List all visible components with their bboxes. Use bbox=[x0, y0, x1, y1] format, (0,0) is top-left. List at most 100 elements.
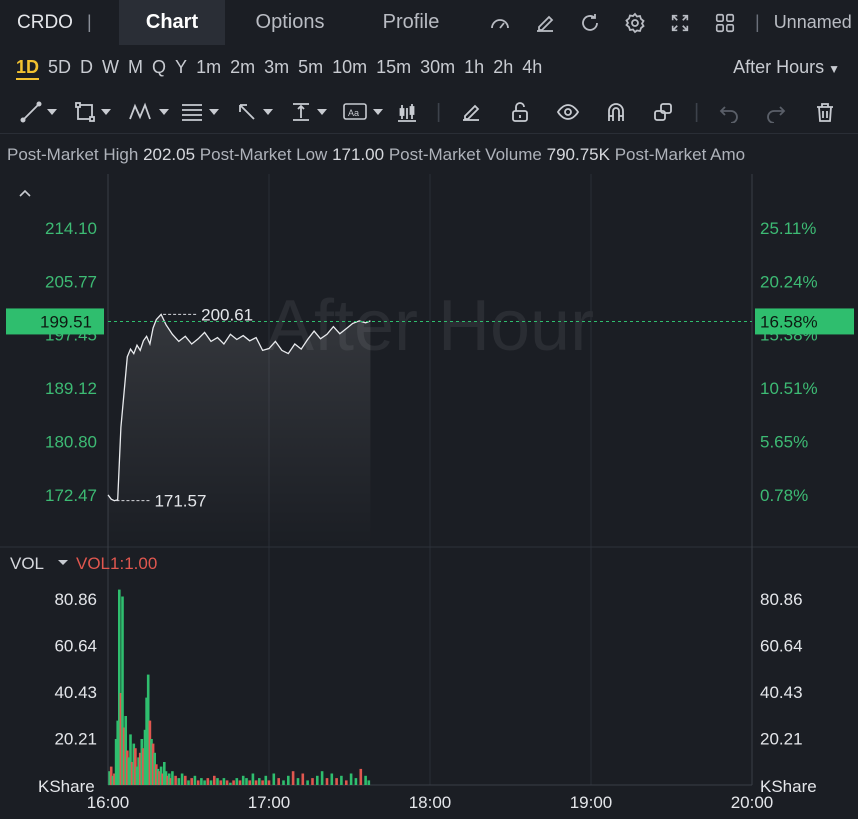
lock-tool[interactable] bbox=[509, 100, 531, 124]
period-5m[interactable]: 5m bbox=[298, 56, 323, 80]
volume-bar bbox=[349, 773, 353, 785]
volume-indicator-name: VOL bbox=[10, 554, 44, 573]
pattern-tool[interactable] bbox=[128, 100, 169, 124]
volume-indicator-params: VOL1:1.00 bbox=[76, 554, 157, 573]
tab-chart[interactable]: Chart bbox=[119, 0, 225, 45]
period-4h[interactable]: 4h bbox=[522, 56, 542, 80]
layout-name[interactable]: Unnamed bbox=[760, 12, 852, 33]
percent-tick-label: 25.11% bbox=[760, 219, 816, 238]
chevron-down-icon[interactable] bbox=[317, 109, 327, 115]
undo-button[interactable] bbox=[718, 100, 740, 124]
redo-button[interactable] bbox=[765, 100, 787, 124]
period-1d[interactable]: 1D bbox=[16, 56, 40, 80]
time-tick-label: 19:00 bbox=[570, 793, 613, 812]
volume-bar bbox=[177, 778, 181, 785]
period-1h[interactable]: 1h bbox=[464, 56, 484, 80]
period-3m[interactable]: 3m bbox=[264, 56, 289, 80]
trend-line-tool[interactable] bbox=[20, 100, 57, 124]
arrow-tool[interactable] bbox=[236, 100, 273, 124]
chevron-down-icon[interactable] bbox=[373, 109, 383, 115]
volume-tick-right: 60.64 bbox=[760, 637, 803, 656]
price-tick-label: 205.77 bbox=[45, 272, 97, 291]
tab-options[interactable]: Options bbox=[225, 0, 355, 45]
period-y[interactable]: Y bbox=[175, 56, 187, 80]
unlock-icon bbox=[512, 102, 528, 122]
chart-tools bbox=[477, 0, 747, 45]
chevron-down-icon[interactable] bbox=[101, 109, 111, 115]
fullscreen-icon[interactable] bbox=[657, 0, 702, 45]
volume-bar bbox=[330, 773, 334, 785]
gear-icon[interactable] bbox=[612, 0, 657, 45]
ticker-selector[interactable]: CRDO | bbox=[0, 0, 119, 45]
tab-profile[interactable]: Profile bbox=[355, 0, 467, 45]
percent-tick-label: 5.65% bbox=[760, 432, 808, 451]
undo-icon bbox=[719, 106, 738, 123]
time-tick-label: 17:00 bbox=[248, 793, 291, 812]
grid-layout-icon[interactable] bbox=[702, 0, 747, 45]
volume-bar bbox=[254, 780, 258, 785]
period-q[interactable]: Q bbox=[152, 56, 166, 80]
volume-bar bbox=[287, 775, 290, 785]
pattern-icon bbox=[129, 102, 151, 120]
percent-axis-right: 25.11%20.24%15.38%10.51%5.65%0.78% bbox=[760, 219, 818, 505]
fibonacci-icon bbox=[182, 104, 202, 121]
candle-tool[interactable] bbox=[396, 100, 418, 124]
refresh-icon[interactable] bbox=[567, 0, 612, 45]
percent-tick-label: 10.51% bbox=[760, 379, 818, 398]
fibonacci-tool[interactable] bbox=[180, 100, 219, 124]
volume-bar bbox=[222, 778, 226, 785]
volume-bar bbox=[267, 780, 271, 785]
toolbar-divider: | bbox=[694, 100, 700, 123]
price-tick-label: 214.10 bbox=[45, 219, 97, 238]
volume-bar bbox=[213, 775, 216, 785]
delete-button[interactable] bbox=[814, 100, 836, 124]
period-10m[interactable]: 10m bbox=[332, 56, 367, 80]
collapse-toggle[interactable] bbox=[19, 189, 31, 197]
volume-bar bbox=[219, 780, 222, 785]
max-price-label: 200.61 bbox=[201, 305, 253, 324]
volume-bar bbox=[277, 778, 280, 785]
edit-icon[interactable] bbox=[522, 0, 567, 45]
chevron-down-icon[interactable] bbox=[263, 109, 273, 115]
volume-bar bbox=[325, 778, 329, 785]
min-price-label: 171.57 bbox=[154, 492, 206, 511]
volume-bar bbox=[200, 778, 203, 785]
chevron-down-icon bbox=[58, 560, 68, 565]
period-m[interactable]: M bbox=[128, 56, 143, 80]
magnet-tool[interactable] bbox=[605, 100, 627, 124]
price-area bbox=[108, 314, 371, 546]
rectangle-tool[interactable] bbox=[74, 100, 111, 124]
volume-bar bbox=[320, 771, 324, 785]
volume-bar bbox=[193, 775, 197, 785]
visibility-tool[interactable] bbox=[556, 100, 580, 124]
price-chart[interactable]: After Hour 214.10205.77197.45189.12180.8… bbox=[0, 174, 858, 819]
volume-bar bbox=[367, 780, 371, 785]
period-w[interactable]: W bbox=[102, 56, 119, 80]
volume-bar bbox=[311, 778, 314, 785]
chevron-down-icon[interactable] bbox=[47, 109, 57, 115]
period-d[interactable]: D bbox=[80, 56, 93, 80]
price-axis-left: 214.10205.77197.45189.12180.80172.47 bbox=[45, 219, 97, 505]
time-axis: 16:00 17:00 18:00 19:00 20:00 bbox=[87, 793, 774, 812]
session-selector[interactable]: After Hours ▼ bbox=[733, 57, 840, 78]
period-1m[interactable]: 1m bbox=[196, 56, 221, 80]
speedometer-icon[interactable] bbox=[477, 0, 522, 45]
chevron-down-icon[interactable] bbox=[209, 109, 219, 115]
brush-tool[interactable] bbox=[460, 100, 482, 124]
candlestick-icon bbox=[398, 104, 416, 122]
rectangle-icon bbox=[75, 102, 95, 122]
period-2h[interactable]: 2h bbox=[493, 56, 513, 80]
volume-bar bbox=[209, 780, 213, 785]
period-15m[interactable]: 15m bbox=[376, 56, 411, 80]
volume-bar bbox=[264, 775, 268, 785]
period-30m[interactable]: 30m bbox=[420, 56, 455, 80]
clone-tool[interactable] bbox=[652, 100, 674, 124]
period-2m[interactable]: 2m bbox=[230, 56, 255, 80]
period-5d[interactable]: 5D bbox=[48, 56, 71, 80]
time-tick-label: 16:00 bbox=[87, 793, 130, 812]
volume-bar bbox=[190, 778, 193, 785]
measure-tool[interactable] bbox=[290, 100, 327, 124]
text-tool[interactable]: Aa bbox=[342, 100, 383, 124]
chevron-down-icon[interactable] bbox=[159, 109, 169, 115]
current-pct-value: 16.58% bbox=[760, 312, 818, 331]
